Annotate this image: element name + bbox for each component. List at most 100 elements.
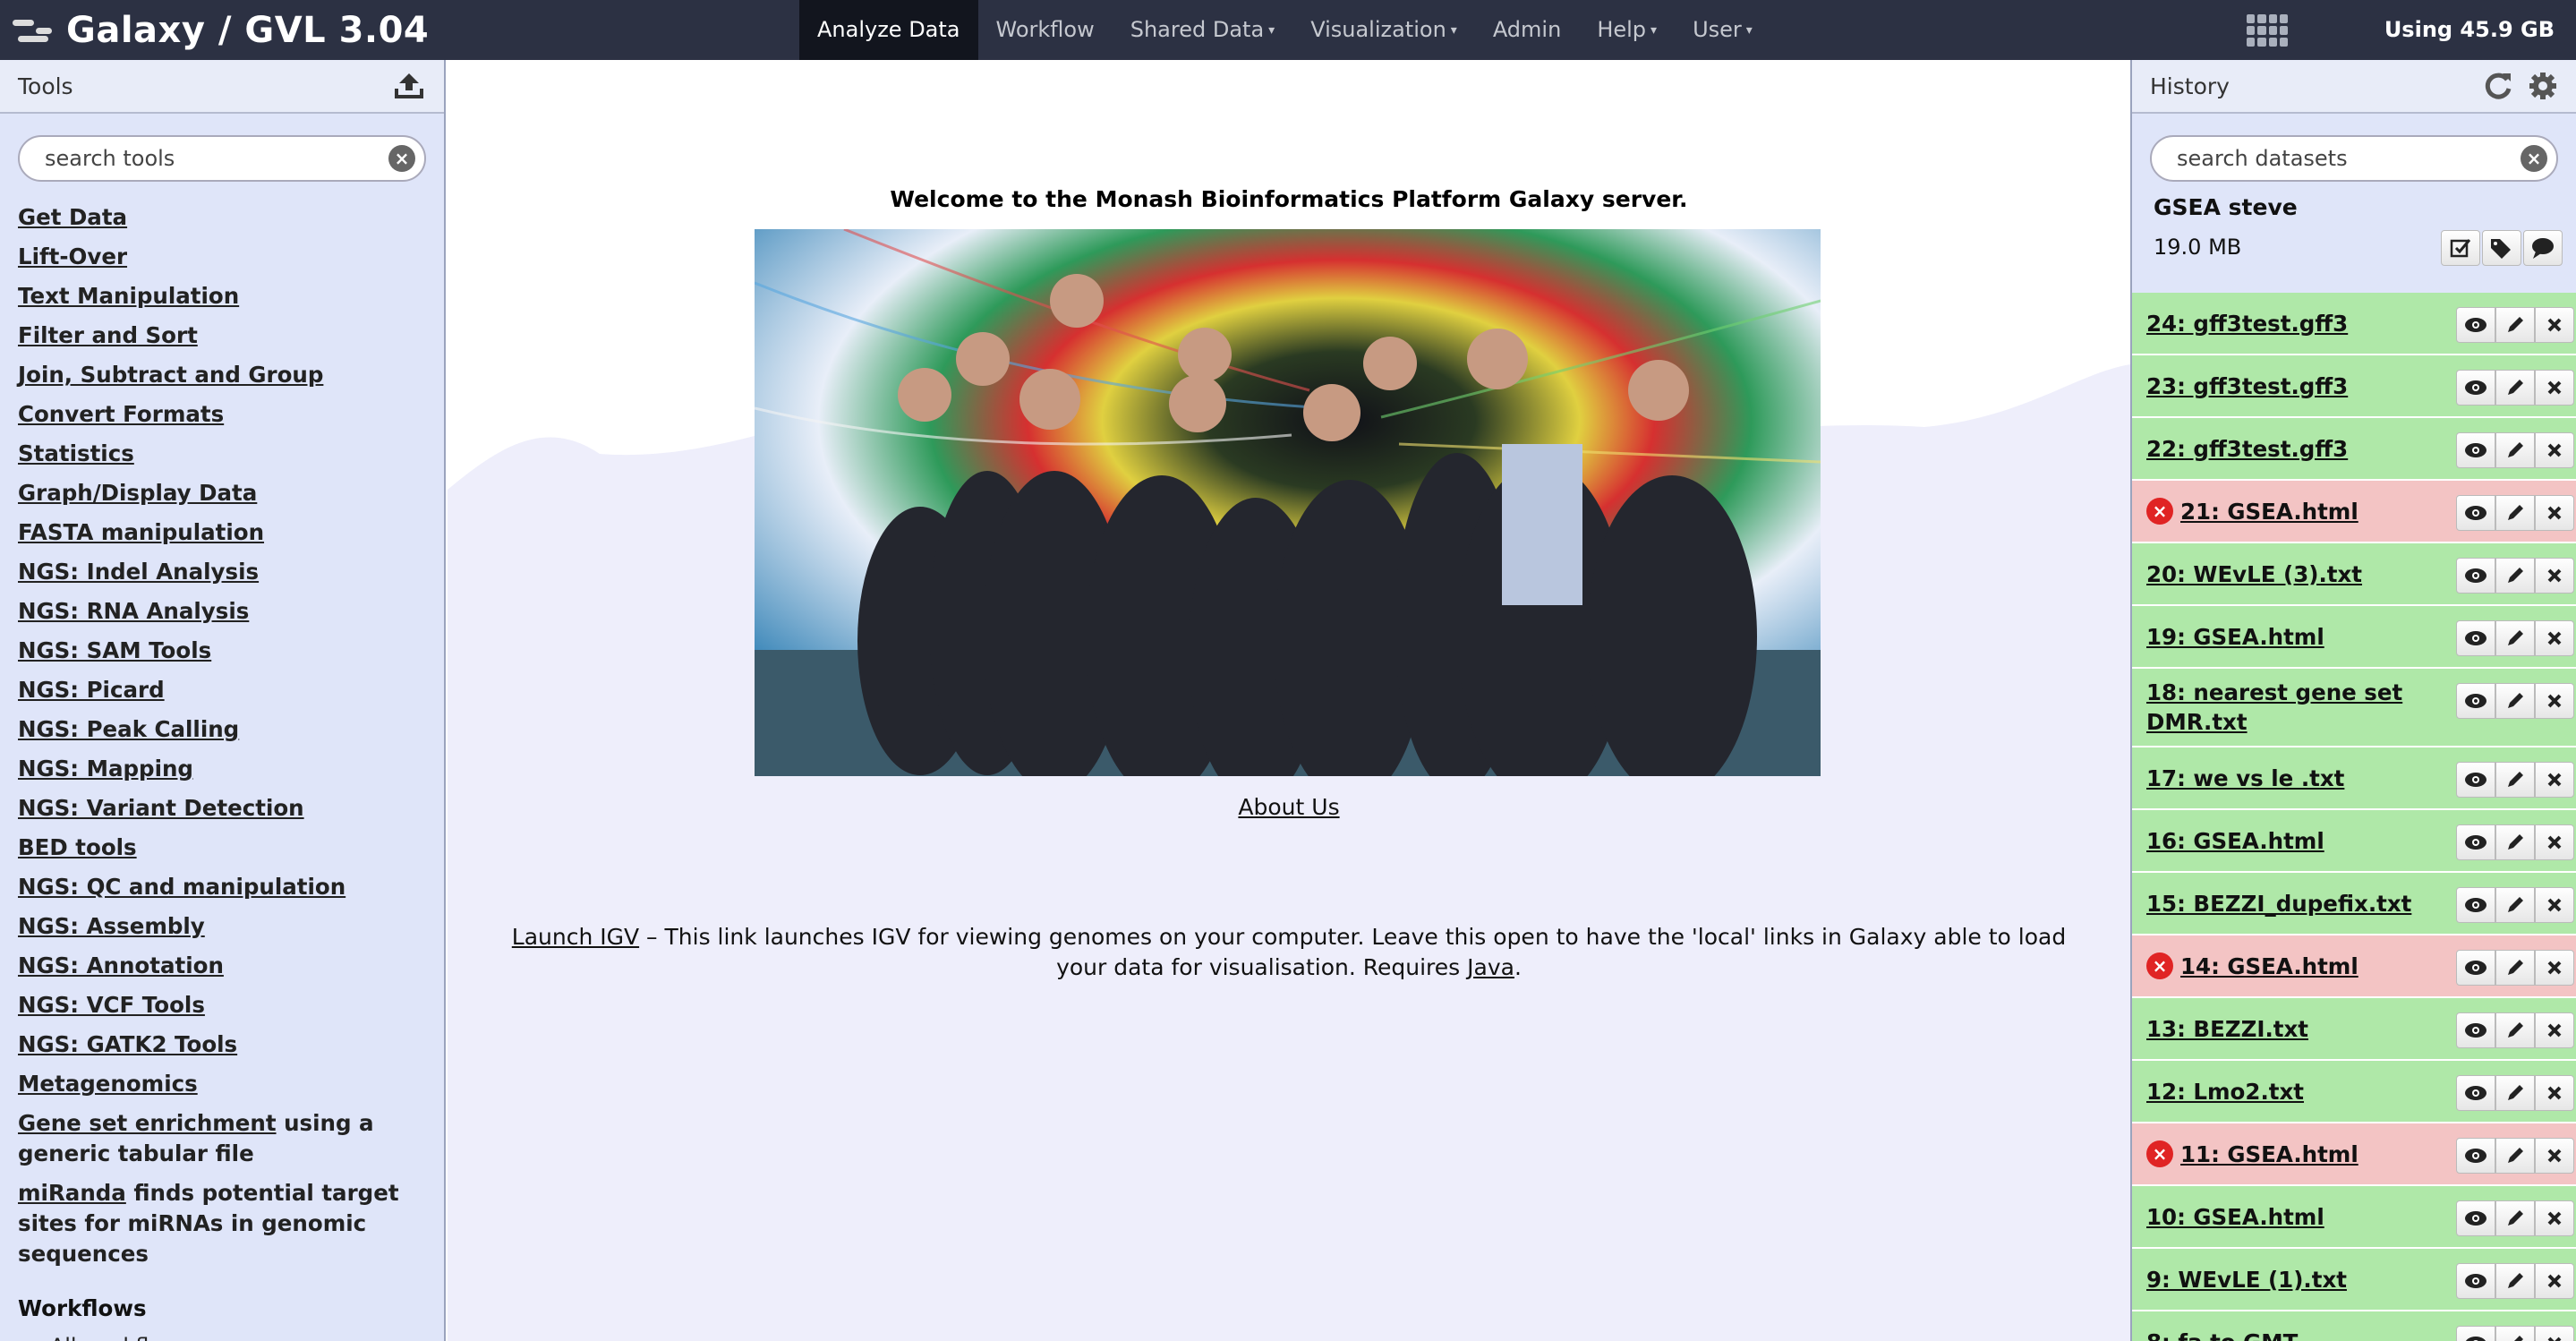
eye-icon[interactable] (2456, 950, 2495, 986)
history-name[interactable]: GSEA steve (2154, 194, 2298, 220)
dataset-title[interactable]: 19: GSEA.html (2146, 622, 2324, 652)
eye-icon[interactable] (2456, 824, 2495, 860)
annotation-icon[interactable] (2523, 230, 2563, 266)
dataset-title[interactable]: 15: BEZZI_dupefix.txt (2146, 889, 2411, 918)
delete-icon[interactable] (2535, 1075, 2574, 1111)
eye-icon[interactable] (2456, 495, 2495, 531)
apps-grid-icon[interactable] (2247, 14, 2288, 47)
tool-section-link[interactable]: NGS: Assembly (18, 913, 205, 939)
pencil-icon[interactable] (2495, 558, 2535, 594)
tool-search-input[interactable] (18, 135, 426, 182)
dataset-item[interactable]: 22: gff3test.gff3 (2132, 418, 2576, 481)
dataset-item[interactable]: 20: WEvLE (3).txt (2132, 543, 2576, 606)
dataset-item[interactable]: 23: gff3test.gff3 (2132, 355, 2576, 418)
dataset-item[interactable]: 19: GSEA.html (2132, 606, 2576, 669)
quota-meter[interactable]: Using 45.9 GB (2384, 0, 2555, 60)
dataset-title[interactable]: 24: gff3test.gff3 (2146, 309, 2348, 338)
tool-section-link[interactable]: NGS: SAM Tools (18, 637, 211, 663)
tool-section-link[interactable]: NGS: GATK2 Tools (18, 1031, 237, 1057)
tool-section-link[interactable]: Get Data (18, 204, 127, 230)
dataset-item[interactable]: 17: we vs le .txt (2132, 747, 2576, 810)
eye-icon[interactable] (2456, 1012, 2495, 1048)
all-workflows-link[interactable]: All workflows (50, 1334, 191, 1341)
dataset-title[interactable]: 10: GSEA.html (2146, 1202, 2324, 1232)
eye-icon[interactable] (2456, 370, 2495, 406)
delete-icon[interactable] (2535, 762, 2574, 798)
dataset-title[interactable]: 14: GSEA.html (2180, 952, 2358, 981)
dataset-item[interactable]: 13: BEZZI.txt (2132, 998, 2576, 1061)
delete-icon[interactable] (2535, 620, 2574, 656)
java-link[interactable]: Java (1467, 954, 1514, 980)
pencil-icon[interactable] (2495, 762, 2535, 798)
tool-section-link[interactable]: BED tools (18, 834, 137, 860)
tool-section-link[interactable]: NGS: Mapping (18, 756, 193, 782)
dataset-title[interactable]: 13: BEZZI.txt (2146, 1014, 2308, 1044)
dataset-title[interactable]: 18: nearest gene set DMR.txt (2146, 678, 2479, 737)
eye-icon[interactable] (2456, 887, 2495, 923)
nav-tab-shared-data[interactable]: Shared Data ▾ (1113, 0, 1292, 60)
nav-tab-help[interactable]: Help ▾ (1579, 0, 1675, 60)
eye-icon[interactable] (2456, 558, 2495, 594)
nav-tab-workflow[interactable]: Workflow (978, 0, 1113, 60)
dataset-title[interactable]: 11: GSEA.html (2180, 1140, 2358, 1169)
delete-icon[interactable] (2535, 950, 2574, 986)
dataset-title[interactable]: 20: WEvLE (3).txt (2146, 559, 2362, 589)
pencil-icon[interactable] (2495, 432, 2535, 468)
delete-icon[interactable] (2535, 1326, 2574, 1341)
tool-section-link[interactable]: Text Manipulation (18, 283, 239, 309)
tags-icon[interactable] (2482, 230, 2521, 266)
pencil-icon[interactable] (2495, 950, 2535, 986)
dataset-item[interactable]: 18: nearest gene set DMR.txt (2132, 669, 2576, 747)
select-datasets-icon[interactable] (2441, 230, 2480, 266)
tool-section-link[interactable]: Lift-Over (18, 243, 127, 269)
delete-icon[interactable] (2535, 558, 2574, 594)
dataset-title[interactable]: 12: Lmo2.txt (2146, 1077, 2304, 1106)
pencil-icon[interactable] (2495, 620, 2535, 656)
dataset-title[interactable]: 17: we vs le .txt (2146, 764, 2344, 793)
dataset-item[interactable]: 24: gff3test.gff3 (2132, 293, 2576, 355)
delete-icon[interactable] (2535, 824, 2574, 860)
eye-icon[interactable] (2456, 1326, 2495, 1341)
history-search-input[interactable] (2150, 135, 2558, 182)
delete-icon[interactable] (2535, 683, 2574, 719)
dataset-title[interactable]: 23: gff3test.gff3 (2146, 372, 2348, 401)
pencil-icon[interactable] (2495, 1263, 2535, 1299)
tool-section-link[interactable]: Convert Formats (18, 401, 224, 427)
dataset-title[interactable]: 9: WEvLE (1).txt (2146, 1265, 2347, 1294)
nav-tab-admin[interactable]: Admin (1475, 0, 1580, 60)
pencil-icon[interactable] (2495, 1138, 2535, 1174)
delete-icon[interactable] (2535, 1200, 2574, 1236)
delete-icon[interactable] (2535, 370, 2574, 406)
tool-section-link[interactable]: NGS: QC and manipulation (18, 874, 345, 900)
tool-link[interactable]: Gene set enrichment (18, 1110, 277, 1136)
eye-icon[interactable] (2456, 1263, 2495, 1299)
refresh-icon[interactable] (2483, 71, 2513, 101)
pencil-icon[interactable] (2495, 824, 2535, 860)
clear-search-icon[interactable]: × (388, 145, 415, 172)
clear-history-search-icon[interactable]: × (2521, 145, 2547, 172)
tool-section-link[interactable]: FASTA manipulation (18, 519, 264, 545)
eye-icon[interactable] (2456, 1138, 2495, 1174)
gear-icon[interactable] (2528, 71, 2558, 101)
tool-link[interactable]: miRanda (18, 1180, 126, 1206)
eye-icon[interactable] (2456, 1075, 2495, 1111)
tool-section-link[interactable]: NGS: RNA Analysis (18, 598, 249, 624)
dataset-item[interactable]: 8: fa to GMT (2132, 1311, 2576, 1341)
eye-icon[interactable] (2456, 620, 2495, 656)
dataset-title[interactable]: 21: GSEA.html (2180, 497, 2358, 526)
pencil-icon[interactable] (2495, 887, 2535, 923)
dataset-item[interactable]: × 14: GSEA.html (2132, 935, 2576, 998)
dataset-title[interactable]: 22: gff3test.gff3 (2146, 434, 2348, 464)
dataset-item[interactable]: 10: GSEA.html (2132, 1186, 2576, 1249)
dataset-item[interactable]: 9: WEvLE (1).txt (2132, 1249, 2576, 1311)
tool-section-link[interactable]: Join, Subtract and Group (18, 362, 323, 388)
eye-icon[interactable] (2456, 1200, 2495, 1236)
launch-igv-link[interactable]: Launch IGV (512, 924, 639, 950)
about-us-link[interactable]: About Us (1238, 794, 1339, 820)
delete-icon[interactable] (2535, 495, 2574, 531)
dataset-title[interactable]: 8: fa to GMT (2146, 1328, 2298, 1341)
nav-tab-analyze-data[interactable]: Analyze Data (799, 0, 978, 60)
pencil-icon[interactable] (2495, 1012, 2535, 1048)
tool-section-link[interactable]: Statistics (18, 440, 134, 466)
tool-section-link[interactable]: NGS: Peak Calling (18, 716, 239, 742)
